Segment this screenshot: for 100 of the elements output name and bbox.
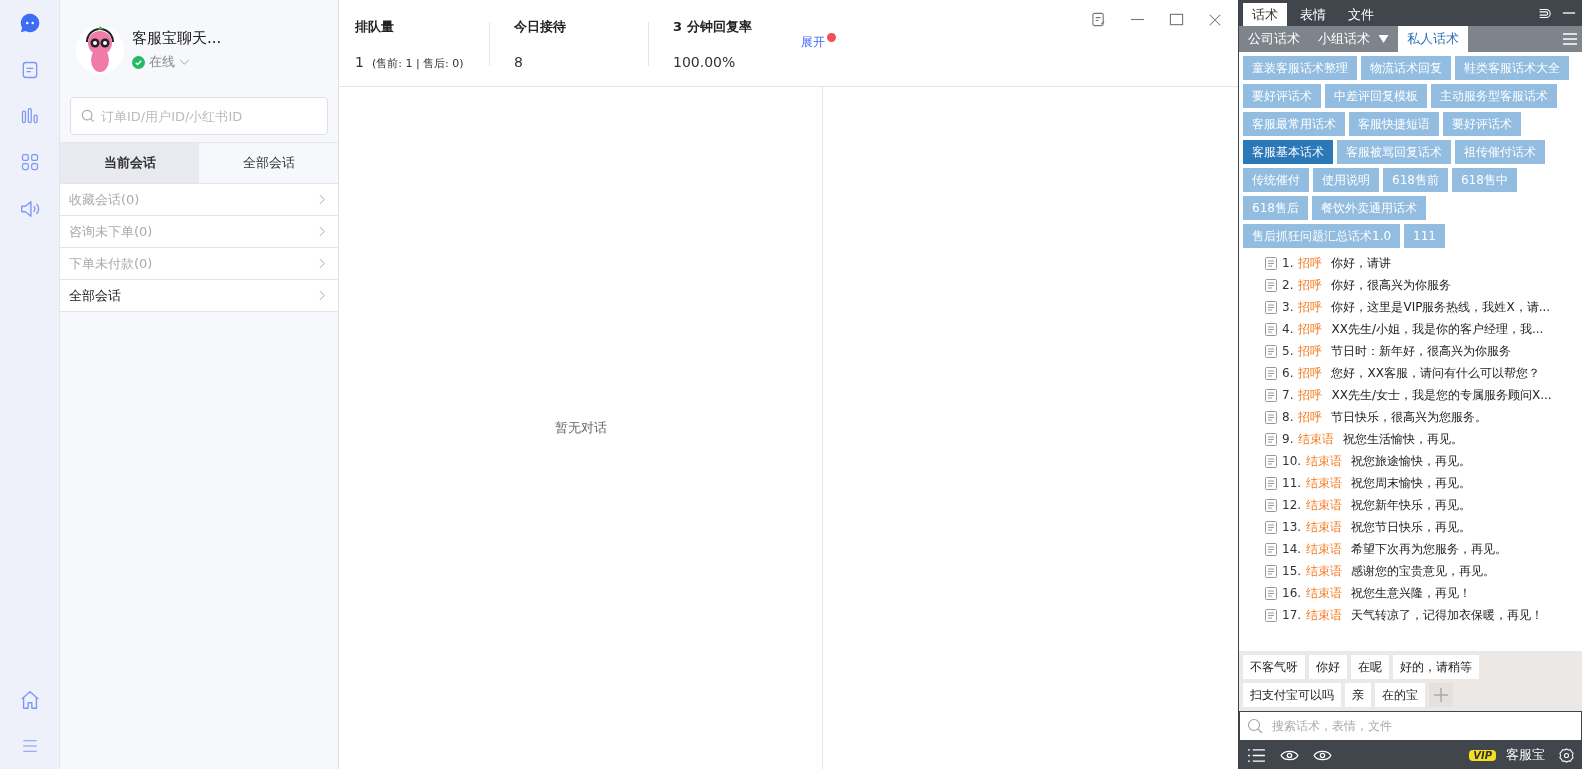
script-text[interactable]: 天气转凉了，记得加衣保暖，再见！ — [1351, 606, 1544, 624]
script-text[interactable]: 祝您旅途愉快，再见。 — [1351, 452, 1472, 470]
document-icon — [1265, 586, 1277, 600]
script-text[interactable]: 你好，很高兴为你服务 — [1331, 276, 1452, 294]
home-icon[interactable] — [18, 689, 41, 711]
stat-title: 3 分钟回复率 — [673, 18, 753, 36]
magnet-icon[interactable] — [1537, 7, 1552, 20]
account-name: 客服宝聊天... — [132, 29, 222, 48]
script-number: 8. — [1282, 410, 1294, 424]
chevron-right-icon — [319, 194, 326, 205]
document-icon — [1265, 454, 1277, 468]
script-number: 13. — [1282, 520, 1302, 534]
eye-icon[interactable] — [1280, 748, 1299, 762]
script-tag: 结束语 — [1306, 584, 1343, 602]
panel-tab[interactable]: 文件 — [1339, 3, 1383, 26]
script-tag: 结束语 — [1306, 518, 1343, 536]
script-text[interactable]: 节日快乐，很高兴为您服务。 — [1331, 408, 1488, 426]
stat-title: 排队量 — [355, 18, 395, 36]
script-number: 2. — [1282, 278, 1294, 292]
script-number: 6. — [1282, 366, 1294, 380]
script-group-tab[interactable]: 私人话术 — [1398, 26, 1468, 52]
document-icon — [1265, 366, 1277, 380]
stat-value: 1 — [355, 54, 364, 70]
document-icon — [1265, 564, 1277, 578]
quick-phrase[interactable]: 亲 — [1345, 683, 1371, 707]
document-icon — [1265, 322, 1277, 336]
quick-phrase[interactable]: 你好 — [1309, 655, 1347, 679]
empty-message: 暂无对话 — [554, 419, 607, 437]
script-text[interactable]: XX先生/小姐，我是你的客户经理，我... — [1331, 320, 1544, 338]
vip-badge: VIP — [1469, 749, 1496, 761]
script-tag: 招呼 — [1298, 342, 1323, 360]
panel-tab[interactable]: 话术 — [1243, 3, 1287, 26]
document-icon — [1265, 388, 1277, 402]
script-search-field[interactable]: 搜索话术，表情，文件 — [1239, 711, 1582, 741]
menu-icon[interactable] — [1562, 31, 1578, 47]
stat-title: 今日接待 — [514, 18, 567, 36]
quick-phrase[interactable]: 不客气呀 — [1243, 655, 1305, 679]
script-text[interactable]: 你好，请讲 — [1331, 254, 1392, 272]
script-tag: 结束语 — [1306, 452, 1343, 470]
eye-icon[interactable] — [1313, 748, 1332, 762]
script-tag: 招呼 — [1298, 364, 1323, 382]
script-text[interactable]: 祝您生意兴隆，再见！ — [1351, 584, 1472, 602]
script-number: 1. — [1282, 256, 1294, 270]
session-tab[interactable]: 当前会话 — [60, 143, 199, 183]
quick-phrase[interactable]: 扫支付宝可以吗 — [1243, 683, 1341, 707]
script-text[interactable]: XX先生/女士，我是您的专属服务顾问X... — [1331, 386, 1552, 404]
script-text[interactable]: 祝您生活愉快，再见。 — [1343, 430, 1464, 448]
quick-phrase[interactable]: 在的宝 — [1375, 683, 1425, 707]
script-text[interactable]: 节日时：新年好，很高兴为你服务 — [1331, 342, 1512, 360]
script-group-tab[interactable]: 公司话术 — [1239, 26, 1309, 52]
document-icon — [1265, 498, 1277, 512]
status-dropdown[interactable]: 在线 — [132, 53, 222, 71]
script-tag: 结束语 — [1306, 606, 1343, 624]
script-group-tab[interactable]: 小组话术 — [1309, 26, 1398, 52]
script-number: 5. — [1282, 344, 1294, 358]
search-field[interactable]: 订单ID/用户ID/小红书ID — [70, 97, 328, 135]
script-number: 7. — [1282, 388, 1294, 402]
script-tag: 招呼 — [1298, 386, 1323, 404]
expand-link[interactable]: 展开 — [801, 34, 825, 51]
script-number: 17. — [1282, 608, 1302, 622]
script-text[interactable]: 感谢您的宝贵意见，再见。 — [1351, 562, 1496, 580]
quick-phrase[interactable]: 好的，请稍等 — [1393, 655, 1479, 679]
close-icon[interactable] — [1208, 12, 1222, 27]
script-tag: 招呼 — [1298, 298, 1323, 316]
quick-phrase[interactable]: 在呢 — [1351, 655, 1389, 679]
chevron-right-icon — [319, 290, 326, 301]
chat-bubble-icon[interactable] — [18, 12, 41, 34]
grid-icon[interactable] — [19, 152, 40, 172]
note-edit-icon[interactable] — [1091, 12, 1106, 27]
speaker-icon[interactable] — [18, 198, 41, 220]
chevron-right-icon — [319, 258, 326, 269]
script-text[interactable]: 祝您节日快乐，再见。 — [1351, 518, 1472, 536]
script-text[interactable]: 您好，XX客服，请问有什么可以帮您？ — [1331, 364, 1540, 382]
category-chip[interactable]: 客服基本话术 — [1243, 140, 1333, 164]
check-circle-icon — [132, 55, 145, 69]
script-number: 3. — [1282, 300, 1294, 314]
chevron-down-icon — [179, 58, 190, 66]
script-number: 16. — [1282, 586, 1302, 600]
script-tag: 结束语 — [1306, 562, 1343, 580]
script-number: 11. — [1282, 476, 1302, 490]
script-number: 12. — [1282, 498, 1302, 512]
script-tag: 结束语 — [1306, 540, 1343, 558]
script-text[interactable]: 祝您新年快乐，再见。 — [1351, 496, 1472, 514]
script-tag: 招呼 — [1298, 320, 1323, 338]
document-icon — [1265, 432, 1277, 446]
script-text[interactable]: 祝您周末愉快，再见。 — [1351, 474, 1472, 492]
document-icon — [1265, 608, 1277, 622]
settings-icon[interactable] — [1559, 747, 1574, 763]
maximize-icon[interactable] — [1169, 12, 1184, 27]
list-icon[interactable] — [1247, 747, 1266, 763]
script-number: 10. — [1282, 454, 1302, 468]
script-text[interactable]: 希望下次再为您服务，再见。 — [1351, 540, 1508, 558]
document-icon — [1265, 344, 1277, 358]
session-filter-item[interactable]: 全部会话 — [60, 280, 338, 312]
avatar — [76, 26, 124, 74]
document-icon — [1265, 278, 1277, 292]
script-number: 9. — [1282, 432, 1294, 446]
script-text[interactable]: 你好，这里是VIP服务热线，我姓X，请... — [1331, 298, 1551, 316]
search-icon — [1247, 718, 1263, 734]
panel-tab[interactable]: 表情 — [1291, 3, 1335, 26]
